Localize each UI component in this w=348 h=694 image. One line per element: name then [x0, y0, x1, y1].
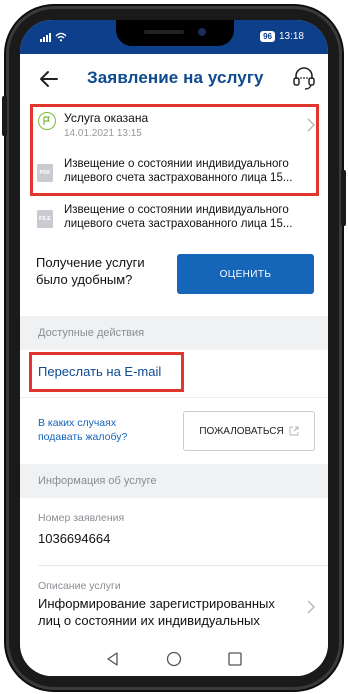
app-header: Заявление на услугу — [20, 54, 328, 104]
actions-section-header: Доступные действия — [20, 316, 328, 350]
battery-icon: 96 — [260, 31, 275, 42]
service-date: 14.01.2021 13:15 — [64, 128, 142, 139]
field-value: 1036694664 — [38, 531, 111, 546]
chevron-right-icon — [307, 600, 315, 614]
rate-button[interactable]: ОЦЕНИТЬ — [177, 254, 314, 294]
complaint-button[interactable]: ПОЖАЛОВАТЬСЯ — [183, 411, 315, 451]
application-number-field: Номер заявления 1036694664 — [20, 498, 328, 566]
nav-recents-icon[interactable] — [226, 650, 244, 668]
complaint-button-label: ПОЖАЛОВАТЬСЯ — [199, 425, 284, 437]
field-label: Номер заявления — [38, 512, 125, 524]
info-section-header: Информация об услуге — [20, 464, 328, 498]
nav-home-icon[interactable] — [165, 650, 183, 668]
system-nav-bar — [20, 644, 328, 676]
back-arrow-icon[interactable] — [36, 66, 62, 92]
content: Услуга оказана 14.01.2021 13:15 PDF Изве… — [20, 104, 328, 628]
file-row-1[interactable]: PDF Извещение о состоянии индивидуальног… — [20, 152, 328, 198]
field-value: Информирование зарегистрированных лиц о … — [38, 596, 275, 628]
headset-icon[interactable] — [290, 64, 318, 92]
rating-row: Получение услуги было удобным? ОЦЕНИТЬ — [20, 244, 328, 316]
screen: 96 13:18 Заявление на услугу Услуга оказ… — [20, 20, 328, 676]
nav-back-icon[interactable] — [104, 650, 122, 668]
complaint-row: В каких случаях подавать жалобу? ПОЖАЛОВ… — [20, 398, 328, 464]
status-bar: 96 13:18 — [20, 20, 328, 54]
section-title: Информация об услуге — [38, 475, 157, 487]
flag-icon — [38, 112, 56, 130]
power-button — [341, 170, 346, 226]
email-action-row: Переслать на E-mail — [20, 350, 328, 398]
complaint-info-link[interactable]: В каких случаях подавать жалобу? — [38, 416, 158, 444]
page-title: Заявление на услугу — [87, 68, 264, 87]
file-row-2[interactable]: FILE Извещение о состоянии индивидуально… — [20, 198, 328, 244]
speaker — [144, 30, 184, 34]
front-camera — [198, 28, 206, 36]
file-icon: PDF — [37, 164, 53, 182]
service-description-field[interactable]: Описание услуги Информирование зарегистр… — [20, 566, 328, 628]
section-title: Доступные действия — [38, 327, 145, 339]
signal-indicators — [40, 32, 67, 42]
service-status-row[interactable]: Услуга оказана 14.01.2021 13:15 — [20, 104, 328, 152]
file-name: Извещение о состоянии индивидуального ли… — [64, 158, 293, 184]
wifi-icon — [55, 32, 67, 42]
camera-notch — [116, 20, 234, 46]
service-group: Услуга оказана 14.01.2021 13:15 PDF Изве… — [20, 104, 328, 198]
service-status-label: Услуга оказана — [64, 111, 149, 125]
field-label: Описание услуги — [38, 580, 121, 592]
forward-email-link[interactable]: Переслать на E-mail — [38, 364, 161, 379]
file-icon: FILE — [37, 210, 53, 228]
external-link-icon — [289, 426, 299, 436]
signal-icon — [40, 33, 51, 42]
chevron-right-icon — [307, 118, 315, 132]
file-name: Извещение о состоянии индивидуального ли… — [64, 204, 293, 230]
clock: 13:18 — [278, 31, 304, 42]
volume-button — [2, 96, 7, 136]
status-right: 96 13:18 — [260, 31, 304, 42]
rating-question: Получение услуги было удобным? — [36, 255, 145, 287]
